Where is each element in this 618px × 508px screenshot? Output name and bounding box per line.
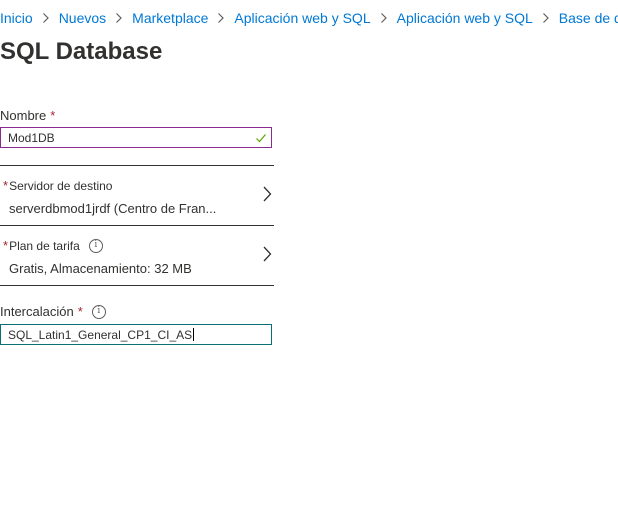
intercalacion-label: Intercalación * i xyxy=(0,304,106,319)
chevron-right-icon xyxy=(217,13,225,23)
intercalacion-label-text: Intercalación xyxy=(0,304,74,319)
intercalacion-input[interactable]: SQL_Latin1_General_CP1_CI_AS xyxy=(0,324,272,345)
breadcrumb: Inicio Nuevos Marketplace Aplicación web… xyxy=(0,10,618,26)
chevron-right-icon xyxy=(115,13,123,23)
chevron-right-icon xyxy=(263,186,272,202)
breadcrumb-aplicacion-web-sql-1[interactable]: Aplicación web y SQL xyxy=(234,10,370,26)
chevron-right-icon xyxy=(380,13,388,23)
nombre-label: Nombre * xyxy=(0,108,55,123)
servidor-label: * Servidor de destino xyxy=(3,178,112,193)
chevron-right-icon xyxy=(263,246,272,262)
required-mark: * xyxy=(77,304,83,319)
breadcrumb-base-de-datos[interactable]: Base de datos xyxy=(559,10,618,26)
text-caret xyxy=(193,328,195,341)
servidor-destino-picker[interactable]: * Servidor de destino serverdbmod1jrdf (… xyxy=(0,165,274,224)
plan-label-text: Plan de tarifa xyxy=(9,238,80,253)
page-title: SQL Database xyxy=(0,38,163,65)
chevron-right-icon xyxy=(42,13,50,23)
intercalacion-value: SQL_Latin1_General_CP1_CI_AS xyxy=(8,327,193,342)
required-mark: * xyxy=(3,238,9,253)
plan-value: Gratis, Almacenamiento: 32 MB xyxy=(9,261,192,276)
plan-tarifa-picker[interactable]: * Plan de tarifa i Gratis, Almacenamient… xyxy=(0,225,274,284)
info-icon[interactable]: i xyxy=(91,304,106,319)
checkmark-icon xyxy=(256,134,266,143)
servidor-label-text: Servidor de destino xyxy=(9,178,113,193)
chevron-right-icon xyxy=(542,13,550,23)
nombre-value: Mod1DB xyxy=(8,130,55,145)
nombre-label-text: Nombre xyxy=(0,108,47,123)
breadcrumb-inicio[interactable]: Inicio xyxy=(0,10,33,26)
required-mark: * xyxy=(50,108,56,123)
divider xyxy=(0,285,274,286)
info-icon[interactable]: i xyxy=(88,238,103,253)
breadcrumb-aplicacion-web-sql-2[interactable]: Aplicación web y SQL xyxy=(397,10,533,26)
plan-label: * Plan de tarifa i xyxy=(3,238,103,253)
nombre-input[interactable]: Mod1DB xyxy=(0,127,272,148)
required-mark: * xyxy=(3,178,9,193)
breadcrumb-marketplace[interactable]: Marketplace xyxy=(132,10,208,26)
servidor-value: serverdbmod1jrdf (Centro de Fran... xyxy=(9,201,217,216)
breadcrumb-nuevos[interactable]: Nuevos xyxy=(59,10,106,26)
